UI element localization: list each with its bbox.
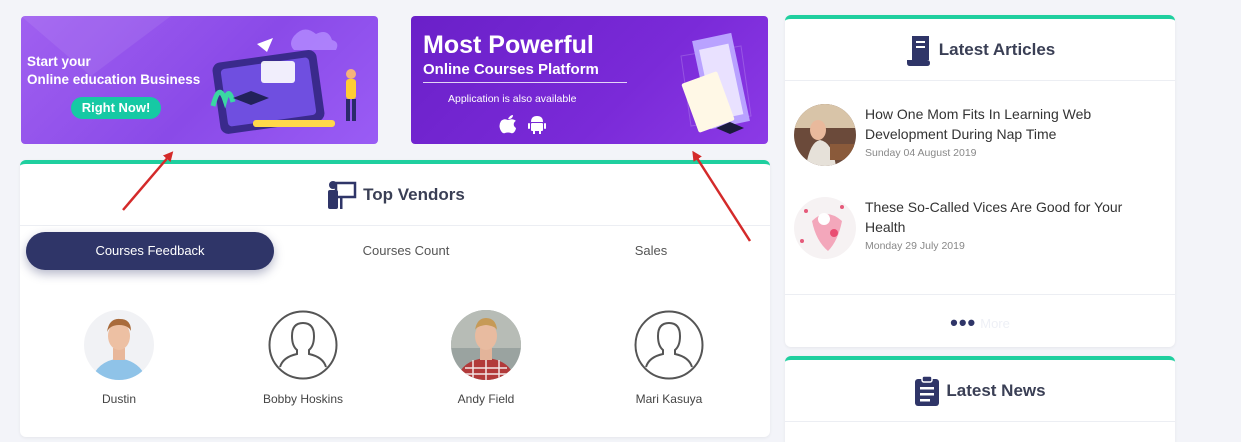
top-vendors-card: Top Vendors Courses Feedback Courses Cou… [20, 160, 770, 437]
latest-news-card: Latest News [785, 356, 1175, 442]
top-vendors-title: Top Vendors [363, 184, 465, 204]
avatar[interactable] [451, 310, 521, 380]
latest-articles-card: Latest Articles How One Mom Fits In Lear… [785, 15, 1175, 347]
banner-courses-platform[interactable]: Most Powerful Online Courses Platform Ap… [411, 16, 768, 144]
avatar[interactable] [634, 310, 704, 380]
scroll-document-icon [906, 35, 930, 66]
android-icon[interactable] [527, 114, 547, 134]
right-now-button[interactable]: Right Now! [71, 97, 161, 119]
avatar[interactable] [268, 310, 338, 380]
vendor-name[interactable]: Dustin [54, 392, 184, 406]
tab-courses-feedback[interactable]: Courses Feedback [26, 232, 274, 270]
article-date: Monday 29 July 2019 [865, 240, 965, 252]
article-date: Sunday 04 August 2019 [865, 147, 977, 159]
more-dots-icon: ••• [950, 310, 977, 335]
vendor-item[interactable]: Mari Kasuya [604, 310, 734, 406]
presenter-icon [328, 180, 357, 209]
banner-right-subtitle: Online Courses Platform [423, 61, 599, 78]
tab-sales[interactable]: Sales [551, 232, 751, 270]
vendor-item[interactable]: Andy Field [421, 310, 551, 406]
article-thumbnail-image [794, 104, 856, 166]
vendor-item[interactable]: Dustin [54, 310, 184, 406]
banner-education-business[interactable]: Start your Online education Business Rig… [21, 16, 378, 144]
apple-icon[interactable] [499, 114, 517, 134]
more-articles-button[interactable]: ••• More [785, 294, 1175, 347]
latest-articles-header: Latest Articles [785, 19, 1175, 81]
banner-divider [423, 82, 627, 83]
vendor-photo [451, 310, 521, 380]
vendor-item[interactable]: Bobby Hoskins [238, 310, 368, 406]
vendor-name[interactable]: Mari Kasuya [604, 392, 734, 406]
banner-right-note: Application is also available [448, 93, 577, 105]
tab-courses-count[interactable]: Courses Count [306, 232, 506, 270]
vendor-name[interactable]: Andy Field [421, 392, 551, 406]
latest-news-title: Latest News [946, 380, 1046, 400]
avatar[interactable] [84, 310, 154, 380]
article-item[interactable]: These So-Called Vices Are Good for Your … [794, 197, 1174, 259]
placeholder-user-icon [268, 310, 338, 380]
vendor-name[interactable]: Bobby Hoskins [238, 392, 368, 406]
placeholder-user-icon [634, 310, 704, 380]
app-store-icons [499, 114, 547, 134]
article-item[interactable]: How One Mom Fits In Learning Web Develop… [794, 104, 1174, 166]
article-thumbnail[interactable] [794, 197, 856, 259]
more-label: More [980, 315, 1010, 331]
article-title[interactable]: These So-Called Vices Are Good for Your … [865, 197, 1165, 237]
latest-articles-title: Latest Articles [938, 39, 1056, 59]
banner-left-heading: Start your Online education Business [27, 53, 200, 89]
article-thumbnail-image [794, 197, 856, 259]
top-vendors-header: Top Vendors [20, 164, 770, 226]
article-thumbnail[interactable] [794, 104, 856, 166]
article-title[interactable]: How One Mom Fits In Learning Web Develop… [865, 104, 1165, 144]
clipboard-icon [915, 374, 940, 406]
latest-news-header: Latest News [785, 360, 1175, 422]
banner-right-title: Most Powerful [423, 31, 594, 59]
vendor-tabs: Courses Feedback Courses Count Sales [20, 232, 770, 272]
vendor-photo [84, 310, 154, 380]
banner-left-line2: Online education Business [27, 72, 201, 87]
banner-left-line1: Start your [27, 54, 91, 69]
